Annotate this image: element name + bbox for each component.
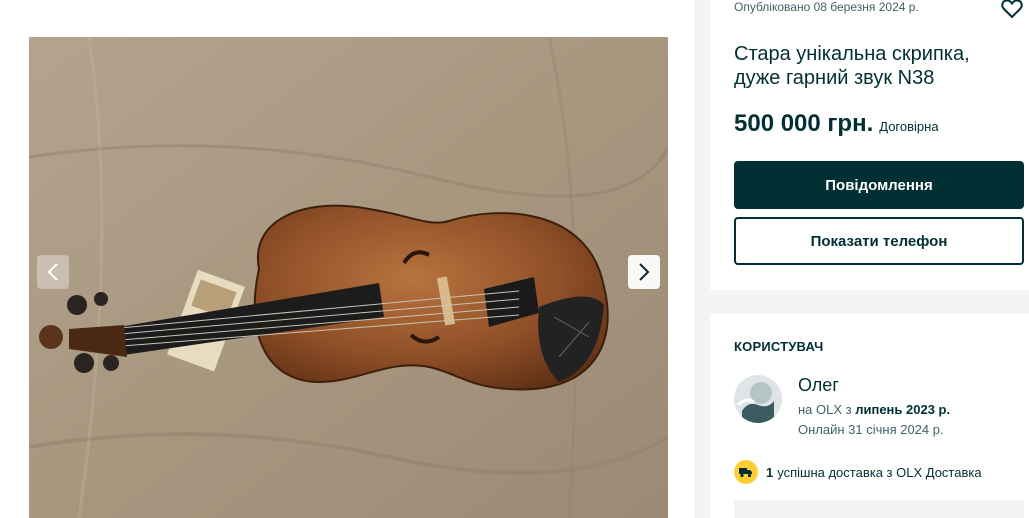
delivery-text: успішна доставка з OLX Доставка <box>777 464 982 480</box>
price-row: 500 000 грн. Договірна <box>734 110 939 138</box>
show-phone-button[interactable]: Показати телефон <box>734 217 1024 265</box>
gallery-card <box>0 0 694 518</box>
member-since-prefix: на OLX з <box>798 402 856 417</box>
negotiable-label: Договірна <box>879 119 939 134</box>
listing-title: Стара унікальна скрипка, дуже гарний зву… <box>734 43 970 89</box>
user-name[interactable]: Олег <box>798 375 839 396</box>
favorite-button[interactable] <box>1000 0 1024 20</box>
user-card: КОРИСТУВАЧ Олег на OLX з липень 2023 р. … <box>710 314 1029 518</box>
listing-info-card: Опубліковано 08 березня 2024 р. Стара ун… <box>710 0 1029 290</box>
last-online: Онлайн 31 січня 2024 р. <box>798 422 944 437</box>
posted-date: Опубліковано 08 березня 2024 р. <box>734 0 919 14</box>
gallery-prev-button[interactable] <box>37 255 69 289</box>
heart-icon <box>1001 0 1023 19</box>
listing-photo[interactable] <box>29 37 668 518</box>
delivery-info: 1 успішна доставка з OLX Доставка <box>734 460 982 484</box>
chevron-right-icon <box>639 263 650 281</box>
member-since: на OLX з липень 2023 р. <box>798 402 950 417</box>
truck-icon <box>734 460 758 484</box>
member-since-date: липень 2023 р. <box>855 402 951 417</box>
gallery-next-button[interactable] <box>628 255 660 289</box>
price: 500 000 грн. <box>734 110 874 137</box>
avatar[interactable] <box>734 375 782 423</box>
user-avatar-icon <box>734 375 782 423</box>
divider <box>734 500 1024 518</box>
chevron-left-icon <box>47 263 58 281</box>
violin-image <box>29 37 668 518</box>
user-heading: КОРИСТУВАЧ <box>734 339 824 354</box>
message-button[interactable]: Повідомлення <box>734 161 1024 209</box>
delivery-count: 1 <box>766 464 774 480</box>
